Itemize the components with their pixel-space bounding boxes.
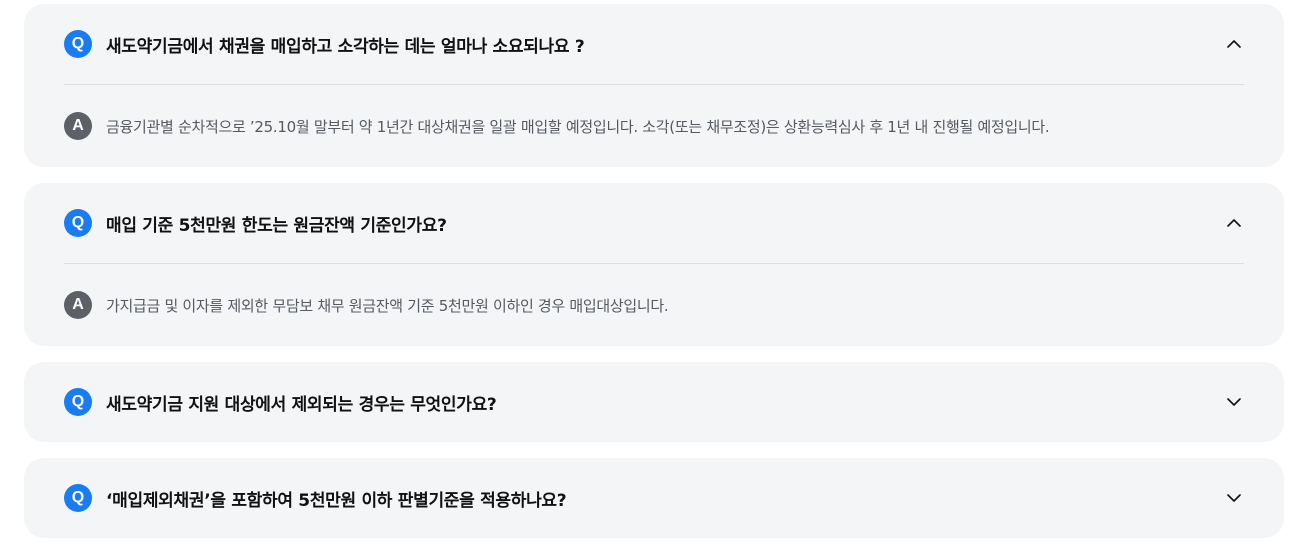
faq-question-header[interactable]: Q ‘매입제외채권’을 포함하여 5천만원 이하 판별기준을 적용하나요? [24,458,1284,538]
question-badge: Q [64,484,92,512]
faq-question-header[interactable]: Q 새도약기금에서 채권을 매입하고 소각하는 데는 얼마나 소요되나요 ? [24,4,1284,84]
question-text[interactable]: 새도약기금 지원 대상에서 제외되는 경우는 무엇인가요? [106,390,1224,415]
question-badge: Q [64,209,92,237]
answer-badge: A [64,112,92,140]
question-badge: Q [64,388,92,416]
faq-item: Q 새도약기금에서 채권을 매입하고 소각하는 데는 얼마나 소요되나요 ? A… [24,4,1284,167]
faq-answer: A 금융기관별 순차적으로 ’25.10월 말부터 약 1년간 대상채권을 일괄… [24,85,1284,167]
faq-item: Q 매입 기준 5천만원 한도는 원금잔액 기준인가요? A 가지급금 및 이자… [24,183,1284,346]
answer-text: 가지급금 및 이자를 제외한 무담보 채무 원금잔액 기준 5천만원 이하인 경… [106,296,669,315]
chevron-up-icon[interactable] [1224,34,1244,54]
chevron-down-icon[interactable] [1224,488,1244,508]
answer-badge: A [64,291,92,319]
question-text[interactable]: 매입 기준 5천만원 한도는 원금잔액 기준인가요? [106,211,1224,236]
faq-list: Q 새도약기금에서 채권을 매입하고 소각하는 데는 얼마나 소요되나요 ? A… [24,4,1284,554]
faq-question-header[interactable]: Q 매입 기준 5천만원 한도는 원금잔액 기준인가요? [24,183,1284,263]
chevron-up-icon[interactable] [1224,213,1244,233]
answer-text: 금융기관별 순차적으로 ’25.10월 말부터 약 1년간 대상채권을 일괄 매… [106,117,1050,136]
faq-item: Q ‘매입제외채권’을 포함하여 5천만원 이하 판별기준을 적용하나요? [24,458,1284,538]
chevron-down-icon[interactable] [1224,392,1244,412]
faq-question-header[interactable]: Q 새도약기금 지원 대상에서 제외되는 경우는 무엇인가요? [24,362,1284,442]
question-text[interactable]: ‘매입제외채권’을 포함하여 5천만원 이하 판별기준을 적용하나요? [106,486,1224,511]
faq-answer: A 가지급금 및 이자를 제외한 무담보 채무 원금잔액 기준 5천만원 이하인… [24,264,1284,346]
question-badge: Q [64,30,92,58]
question-text[interactable]: 새도약기금에서 채권을 매입하고 소각하는 데는 얼마나 소요되나요 ? [106,32,1224,57]
faq-item: Q 새도약기금 지원 대상에서 제외되는 경우는 무엇인가요? [24,362,1284,442]
